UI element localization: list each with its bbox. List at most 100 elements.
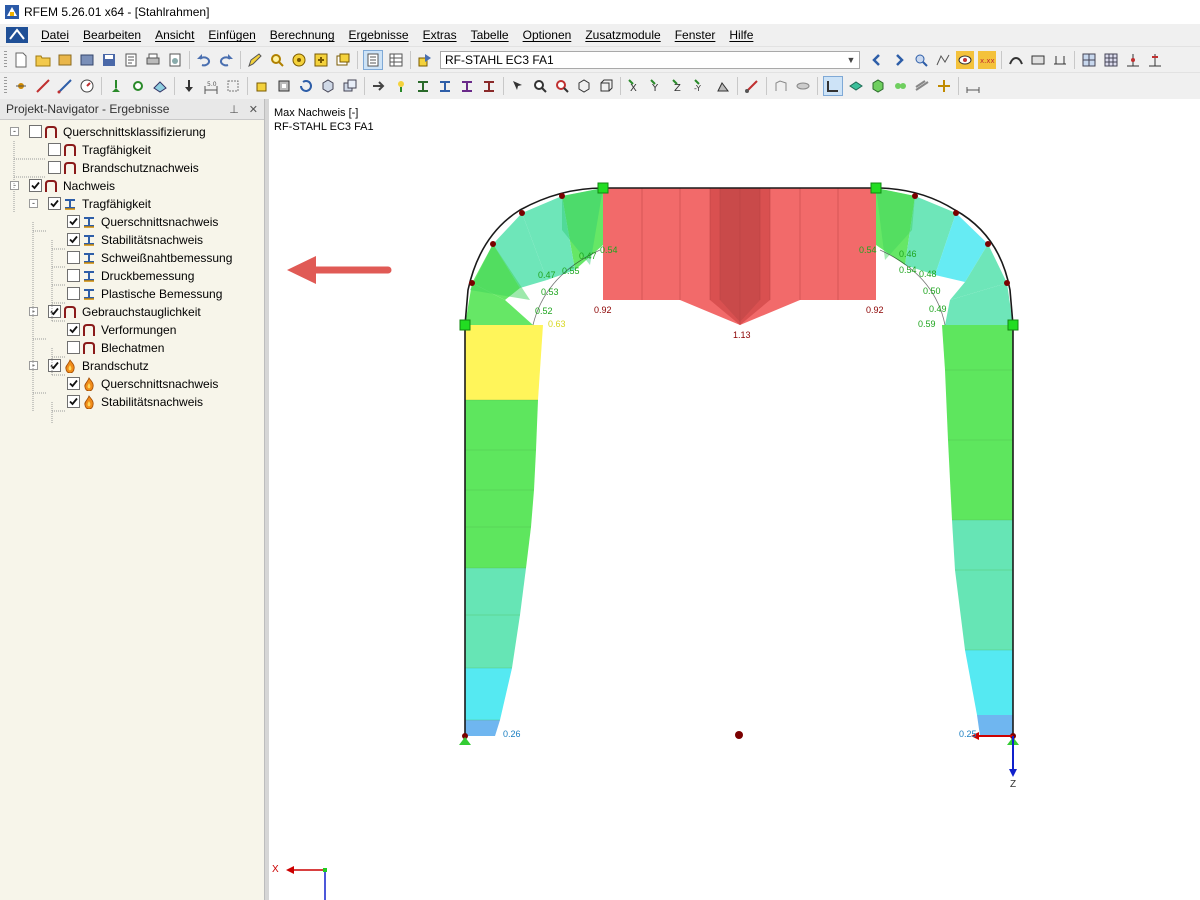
result-values-button[interactable]: x.xx	[978, 51, 996, 69]
tree-item[interactable]: - Tragfähigkeit	[0, 195, 264, 213]
line-tool-button[interactable]	[34, 77, 52, 95]
tree-expander[interactable]: -	[29, 199, 38, 208]
view-y-button[interactable]: Y	[648, 77, 666, 95]
view-z-button[interactable]: Z	[670, 77, 688, 95]
menu-ergebnisse[interactable]: Ergebnisse	[342, 28, 416, 42]
dimension-tool-button[interactable]: 5.0	[202, 77, 220, 95]
tree-expander[interactable]: -	[29, 307, 38, 316]
solid-tool-button[interactable]	[319, 77, 337, 95]
tree-item[interactable]: Plastische Bemessung	[0, 285, 264, 303]
iso-cube-button[interactable]	[597, 77, 615, 95]
tree-item[interactable]: - Querschnittsklassifizierung	[0, 123, 264, 141]
new-file-button[interactable]	[12, 51, 30, 69]
tree-checkbox[interactable]	[67, 215, 80, 228]
copy-tool-button[interactable]	[341, 77, 359, 95]
toolbar-grip[interactable]	[4, 77, 7, 95]
node-select-button[interactable]	[392, 77, 410, 95]
tree-item[interactable]: Querschnittsnachweis	[0, 213, 264, 231]
table-toggle-button[interactable]	[387, 51, 405, 69]
render-transparent-button[interactable]	[891, 77, 909, 95]
tree-checkbox[interactable]	[29, 125, 42, 138]
tree-item[interactable]: Blechatmen	[0, 339, 264, 357]
support-view-button[interactable]	[1146, 51, 1164, 69]
dlubal-logo-icon[interactable]	[6, 27, 28, 43]
show-results-button[interactable]	[956, 51, 974, 69]
report-button[interactable]	[122, 51, 140, 69]
tree-item[interactable]: - Nachweis	[0, 177, 264, 195]
section-tool-button[interactable]	[78, 77, 96, 95]
render-model-button[interactable]	[823, 76, 843, 96]
target-icon[interactable]	[290, 51, 308, 69]
tree-item[interactable]: Stabilitätsnachweis	[0, 393, 264, 411]
tree-expander[interactable]: -	[10, 181, 19, 190]
results-on-off-button[interactable]	[912, 51, 930, 69]
frame-tool-button[interactable]	[275, 77, 293, 95]
chevron-down-icon[interactable]: ▼	[843, 52, 859, 68]
tree-item[interactable]: Druckbemessung	[0, 267, 264, 285]
model-button[interactable]	[78, 51, 96, 69]
beam-check-button[interactable]	[480, 77, 498, 95]
beam-select-button[interactable]	[414, 77, 432, 95]
menu-optionen[interactable]: Optionen	[516, 28, 579, 42]
tree-item[interactable]: - Brandschutz	[0, 357, 264, 375]
render-lines-button[interactable]	[913, 77, 931, 95]
tree-checkbox[interactable]	[67, 377, 80, 390]
menu-berechnung[interactable]: Berechnung	[263, 28, 342, 42]
view-x-button[interactable]: X	[626, 77, 644, 95]
tree-checkbox[interactable]	[67, 395, 80, 408]
graphic-view[interactable]: Max Nachweis [-] RF-STAHL EC3 FA1 0.26 0…	[269, 99, 1200, 900]
menu-zusatzmodule[interactable]: Zusatzmodule	[578, 28, 667, 42]
tree-item[interactable]: Tragfähigkeit	[0, 141, 264, 159]
tree-item[interactable]: Brandschutznachweis	[0, 159, 264, 177]
beam-group-button[interactable]	[436, 77, 454, 95]
highlight-button[interactable]	[312, 51, 330, 69]
save-button[interactable]	[100, 51, 118, 69]
menu-bearbeiten[interactable]: Bearbeiten	[76, 28, 148, 42]
pin-icon[interactable]: ⊥	[229, 103, 239, 116]
hinge-tool-button[interactable]	[129, 77, 147, 95]
support-tool-button[interactable]	[107, 77, 125, 95]
lines-button[interactable]	[1051, 51, 1069, 69]
max-min-values-button[interactable]	[934, 51, 952, 69]
tree-checkbox[interactable]	[67, 341, 80, 354]
navigator-toggle-button[interactable]	[363, 50, 383, 70]
open-file-button[interactable]	[34, 51, 52, 69]
tree-expander[interactable]: -	[10, 127, 19, 136]
node-tool-button[interactable]	[12, 77, 30, 95]
redo-button[interactable]	[217, 51, 235, 69]
grid-tool-button[interactable]	[224, 77, 242, 95]
menu-ansicht[interactable]: Ansicht	[148, 28, 201, 42]
undo-button[interactable]	[195, 51, 213, 69]
tree-checkbox[interactable]	[67, 251, 80, 264]
toolbar-grip[interactable]	[4, 51, 7, 69]
tree-checkbox[interactable]	[48, 305, 61, 318]
cube-view-button[interactable]	[575, 77, 593, 95]
tree-checkbox[interactable]	[67, 323, 80, 336]
tree-item[interactable]: Schweißnahtbemessung	[0, 249, 264, 267]
tree-checkbox[interactable]	[67, 287, 80, 300]
load-tool-button[interactable]	[180, 77, 198, 95]
open-model-button[interactable]	[56, 51, 74, 69]
node-view-button[interactable]	[1124, 51, 1142, 69]
menu-tabelle[interactable]: Tabelle	[464, 28, 516, 42]
deformation-button[interactable]	[1007, 51, 1025, 69]
tree-checkbox[interactable]	[48, 197, 61, 210]
menu-hilfe[interactable]: Hilfe	[722, 28, 760, 42]
rotate-tool-button[interactable]	[297, 77, 315, 95]
menu-fenster[interactable]: Fenster	[668, 28, 723, 42]
beam-set-button[interactable]	[458, 77, 476, 95]
zoom-all-button[interactable]	[553, 77, 571, 95]
iso-view-button[interactable]	[1080, 51, 1098, 69]
measure-button[interactable]	[743, 77, 761, 95]
menu-datei[interactable]: Datei	[34, 28, 76, 42]
menu-extras[interactable]: Extras	[416, 28, 464, 42]
print-graphic-button[interactable]	[166, 51, 184, 69]
select-window-button[interactable]	[509, 77, 527, 95]
tree-checkbox[interactable]	[48, 359, 61, 372]
render-solid-button[interactable]	[847, 77, 865, 95]
mesh-tool-button[interactable]	[370, 77, 388, 95]
shaded-button[interactable]	[794, 77, 812, 95]
render-cube-button[interactable]	[869, 77, 887, 95]
sections-button[interactable]	[1029, 51, 1047, 69]
surface-tool-button[interactable]	[151, 77, 169, 95]
